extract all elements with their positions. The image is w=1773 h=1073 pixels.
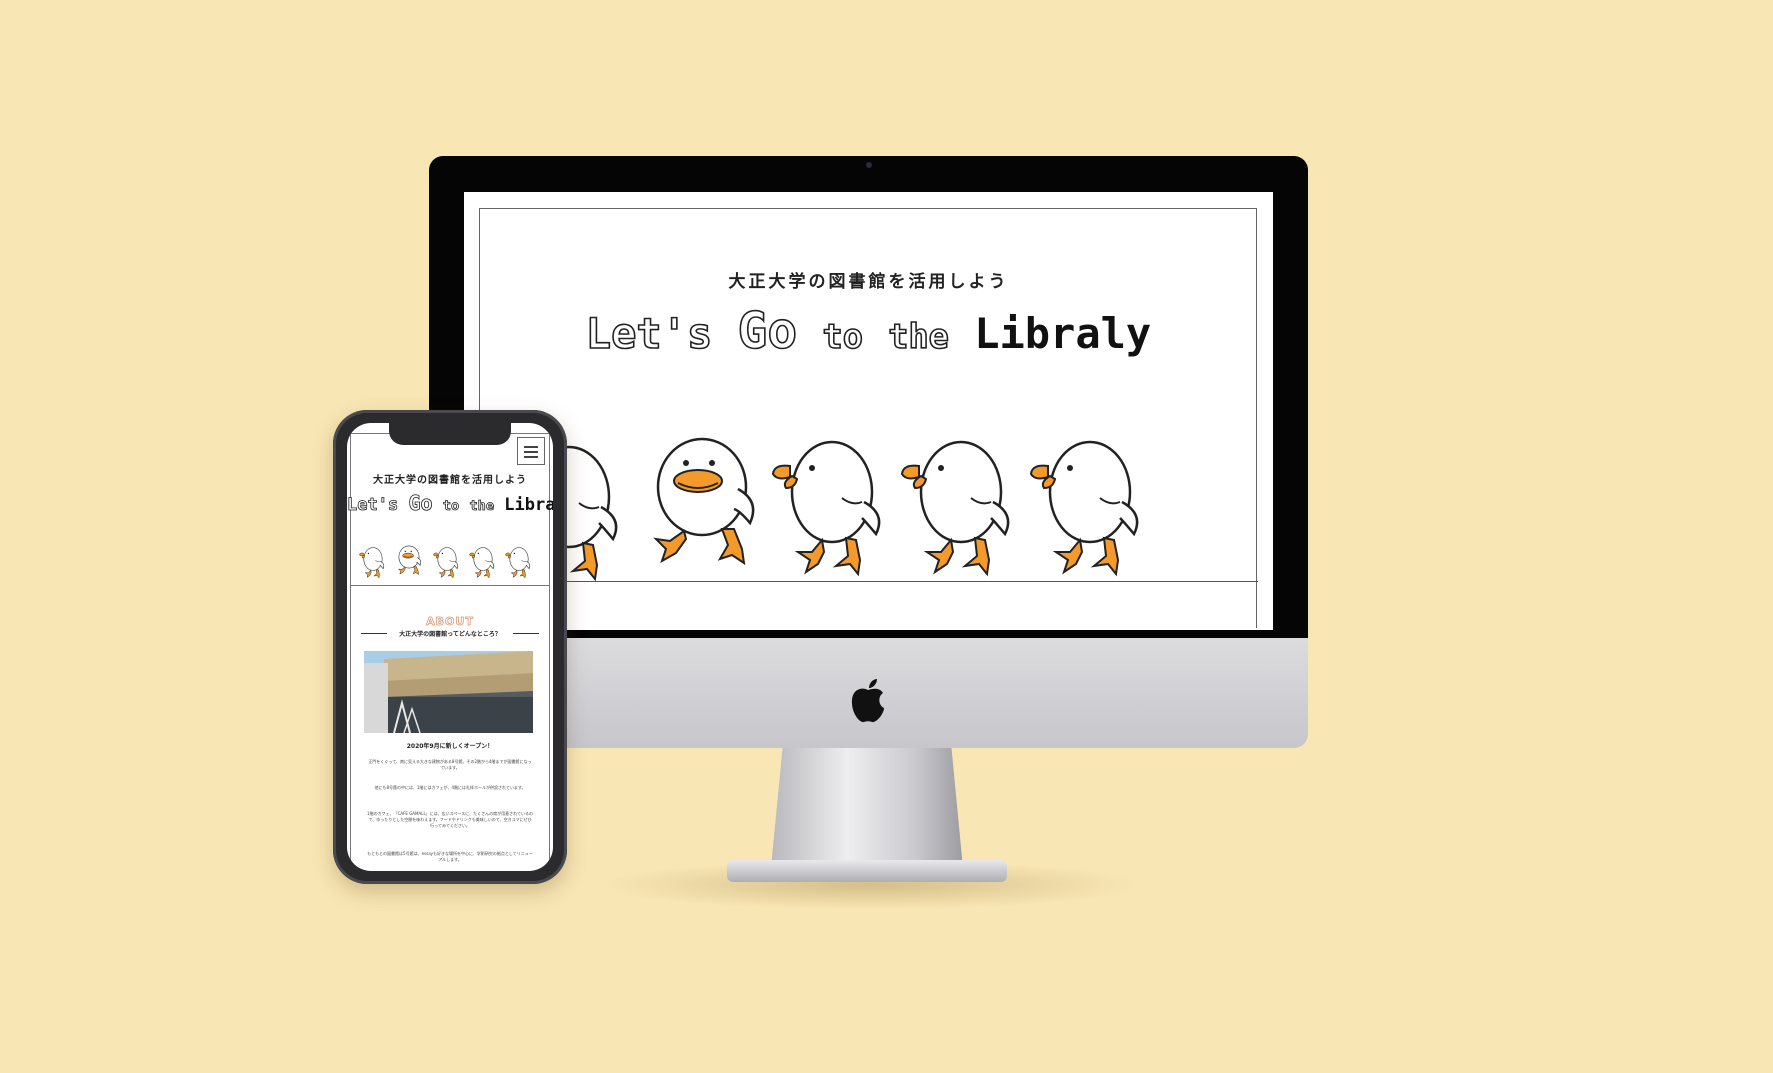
page-subtitle: 大正大学の図書館を活用しよう — [373, 475, 527, 486]
hamburger-icon — [524, 446, 538, 448]
hamburger-icon — [524, 456, 538, 458]
duck-3 — [771, 440, 881, 576]
title-word-go: Go — [408, 491, 433, 516]
menu-button[interactable] — [517, 437, 545, 465]
duck-illustration — [359, 545, 531, 579]
divider — [513, 633, 539, 634]
title-word-the: the — [469, 498, 495, 515]
library-photo — [364, 651, 533, 733]
about-paragraph: 正門をくぐって、南に見える大きな建物がある8号館。その2階から4階までが図書館に… — [368, 759, 532, 770]
title-word-libraly: Libraly — [504, 495, 553, 515]
imac-stand — [771, 748, 963, 868]
duck-illustration — [508, 437, 1139, 581]
about-date: 2020年9月に新しくオープン！ — [406, 743, 494, 750]
duck-2 — [654, 437, 755, 565]
duck-3 — [433, 547, 459, 579]
hamburger-icon — [524, 451, 538, 453]
duck-1 — [359, 547, 385, 579]
title-word-lets: Let's — [347, 495, 399, 516]
ground-line — [479, 581, 1258, 582]
library-building-image — [364, 651, 533, 733]
duck-2 — [398, 545, 422, 575]
duck-4 — [469, 547, 495, 579]
desktop-screen: 大正大学の図書館を活用しよう Let's Go to the Libraly — [464, 192, 1273, 630]
about-label: ABOUT — [426, 615, 474, 629]
apple-logo-icon — [851, 679, 884, 723]
imac-foot — [727, 860, 1007, 882]
camera-icon — [866, 162, 872, 168]
ground-line — [350, 585, 550, 586]
duck-5 — [505, 547, 531, 579]
mobile-screen: 大正大学の図書館を活用しよう Let's Go to the Libraly A… — [347, 423, 553, 871]
about-paragraph: もともとの図書館は5号館は、essayも好きな場所を中心に、学術研究の拠点として… — [367, 851, 533, 862]
about-paragraph: 1階のカフェ、「CAFE GAMALL」には、広いスペースに、たくさんの席が用意… — [367, 811, 533, 828]
phone-notch — [389, 423, 511, 445]
duck-5 — [1029, 440, 1139, 576]
about-paragraph: 他にも8号館の中には、1階にはカフェが、4階には礼拝ホールが併設されています。 — [374, 785, 526, 790]
smartphone: 大正大学の図書館を活用しよう Let's Go to the Libraly A… — [333, 410, 567, 884]
page-title: Let's Go to the Libraly — [347, 491, 553, 516]
title-word-to: to — [442, 498, 460, 515]
duck-4 — [900, 440, 1010, 576]
